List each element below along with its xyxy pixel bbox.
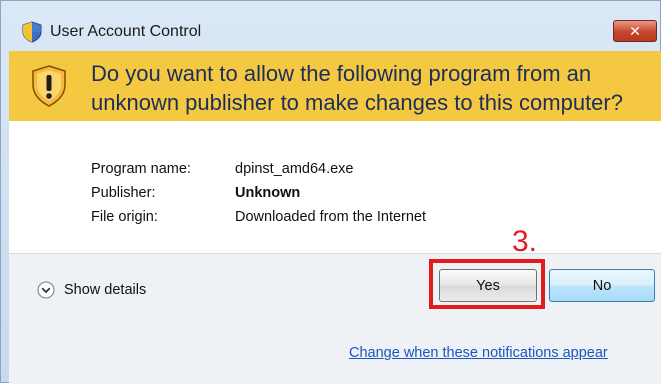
chevron-down-icon	[37, 281, 55, 299]
uac-dialog: User Account Control ✕ Do you want to al…	[0, 0, 661, 384]
window-title: User Account Control	[50, 23, 202, 40]
no-button[interactable]: No	[549, 269, 655, 302]
file-origin-label: File origin:	[91, 209, 158, 225]
show-details-toggle[interactable]: Show details	[37, 280, 146, 300]
show-details-label: Show details	[64, 282, 147, 298]
title-bar: User Account Control ✕	[1, 1, 661, 43]
publisher-value: Unknown	[235, 185, 301, 201]
annotation-highlight	[429, 259, 545, 309]
program-name-label: Program name:	[91, 161, 191, 177]
change-notifications-link[interactable]: Change when these notifications appear	[349, 345, 608, 361]
program-name-value: dpinst_amd64.exe	[235, 161, 354, 177]
file-origin-value: Downloaded from the Internet	[235, 209, 427, 225]
prompt-question: Do you want to allow the following progr…	[91, 61, 623, 115]
warning-shield-icon	[32, 65, 66, 107]
annotation-step-number: 3.	[512, 225, 538, 258]
publisher-label: Publisher:	[91, 185, 156, 201]
close-button[interactable]: ✕	[613, 20, 657, 42]
close-icon: ✕	[629, 22, 641, 39]
uac-shield-icon	[22, 21, 42, 43]
